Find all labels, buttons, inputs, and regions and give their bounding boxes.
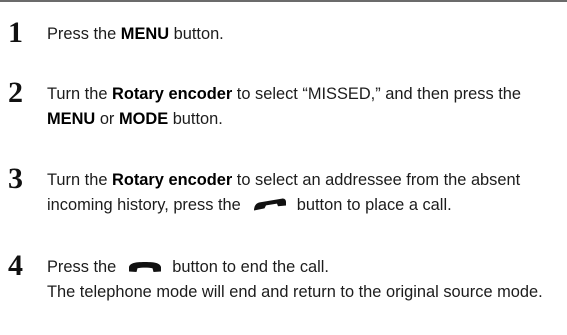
mode-button-label: MODE	[118, 110, 169, 128]
rotary-encoder-label: Rotary encoder	[112, 85, 233, 103]
step-instruction: Press the button to end the call. The tel…	[47, 255, 562, 305]
step-number: 1	[8, 16, 23, 49]
step-number: 4	[8, 249, 23, 282]
menu-button-label: MENU	[120, 25, 170, 43]
step-instruction: Press the MENU button.	[47, 25, 224, 43]
step-instruction: Turn the Rotary encoder to select an add…	[47, 171, 521, 214]
call-end-phone-icon	[128, 261, 162, 274]
rotary-encoder-label: Rotary encoder	[112, 171, 233, 189]
step-number: 2	[8, 76, 23, 109]
step-4-line-1: Press the button to end the call.	[47, 258, 329, 276]
step-4-line-2: The telephone mode will end and return t…	[47, 283, 543, 301]
step-instruction: Turn the Rotary encoder to select “MISSE…	[47, 85, 522, 128]
menu-button-label: MENU	[47, 110, 96, 128]
call-send-phone-icon	[253, 198, 287, 212]
step-number: 3	[8, 162, 23, 195]
top-divider	[0, 0, 567, 2]
